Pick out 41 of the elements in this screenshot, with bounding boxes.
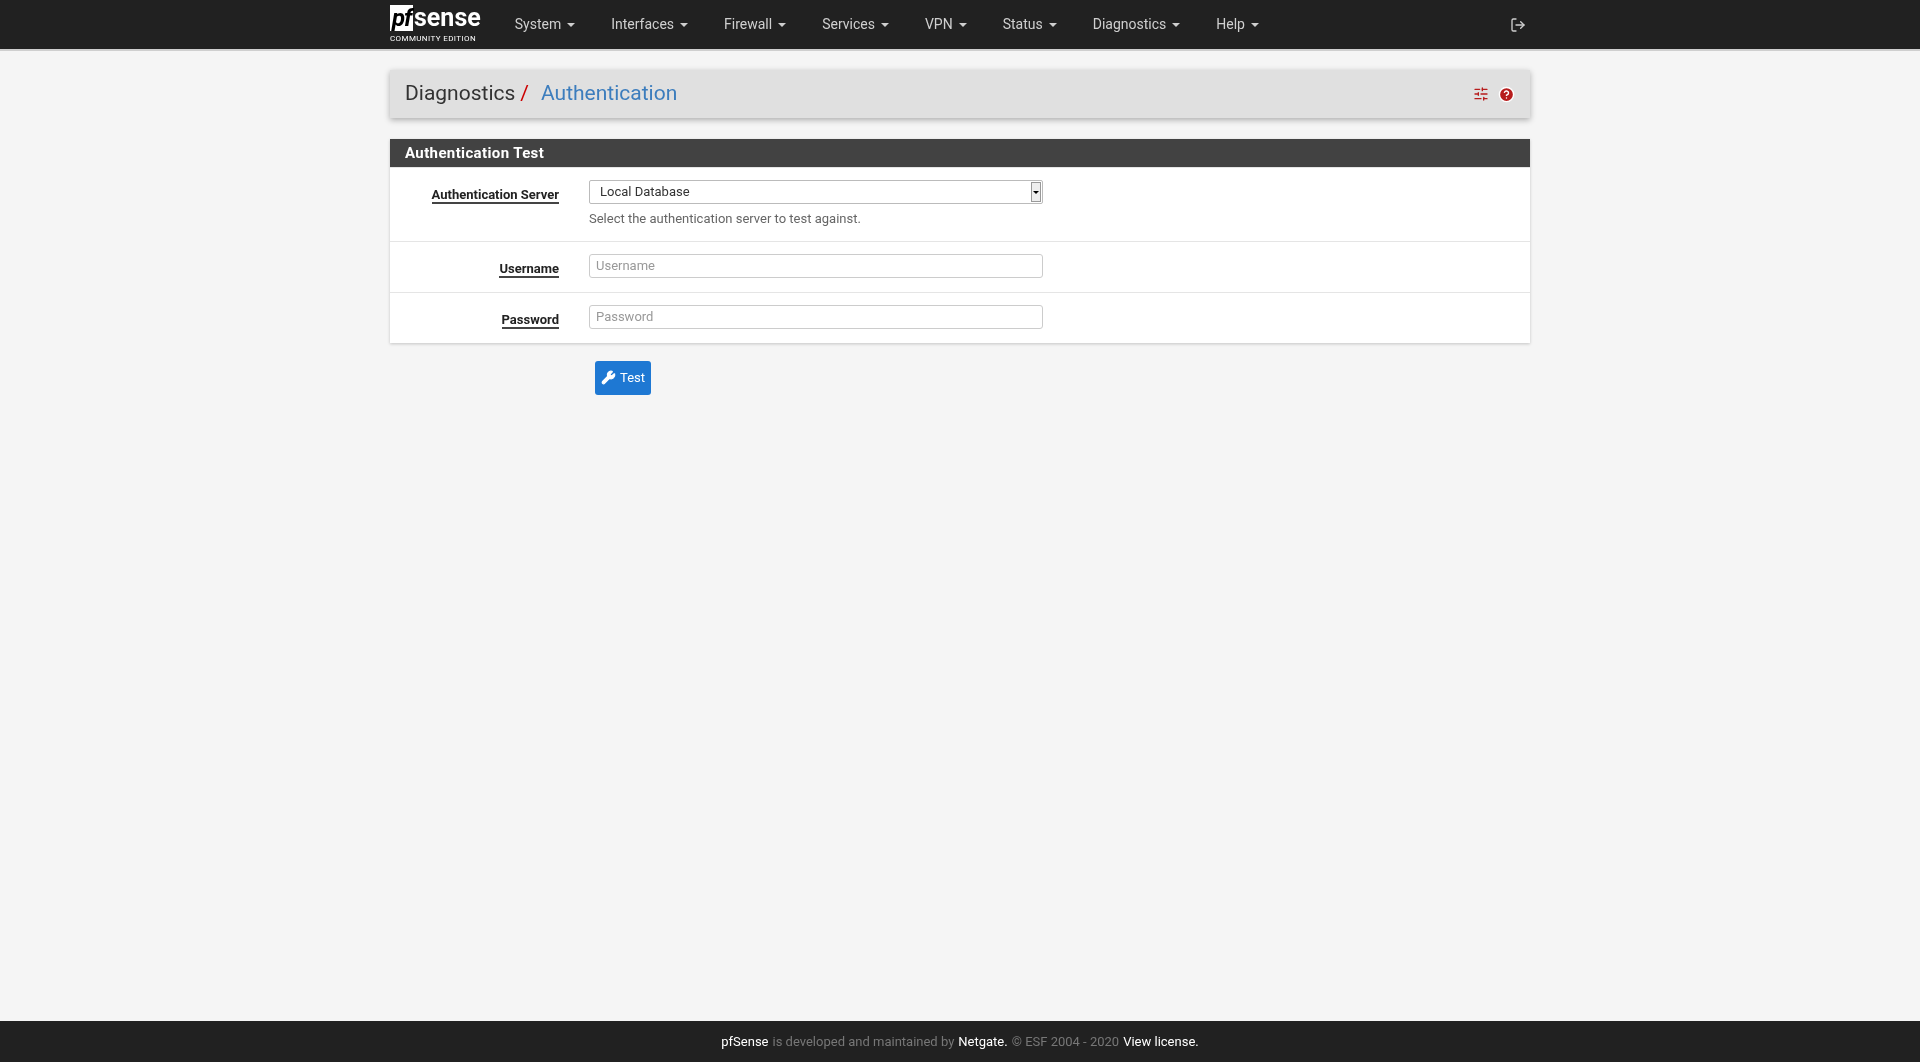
nav-menu[interactable]: Status xyxy=(984,2,1075,47)
nav-menu[interactable]: Firewall xyxy=(706,2,805,47)
caret-icon xyxy=(958,22,967,27)
caret-icon xyxy=(1048,22,1057,27)
nav-menu[interactable]: Diagnostics xyxy=(1074,2,1199,47)
field-label: Username xyxy=(499,260,559,278)
help-icon[interactable] xyxy=(1498,85,1515,103)
logo-subtitle: COMMUNITY EDITION xyxy=(390,32,477,45)
text-field[interactable]: Password xyxy=(589,304,1043,329)
caret-icon xyxy=(567,22,576,27)
caret-icon xyxy=(778,22,787,27)
logo-mark: pf xyxy=(390,4,414,31)
panel-title: Authentication Test xyxy=(390,139,1530,167)
field-label: Authentication Server xyxy=(431,187,559,204)
caret-icon xyxy=(680,22,689,27)
breadcrumb-separator: / xyxy=(520,80,529,108)
server-select[interactable]: Local Database xyxy=(589,180,1043,204)
nav-menu[interactable]: Services xyxy=(804,2,907,47)
logo-wordmark: sense xyxy=(414,4,481,31)
field-label: Password xyxy=(501,311,559,329)
nav-menu[interactable]: System xyxy=(496,2,594,47)
dropdown-icon xyxy=(1031,182,1041,202)
nav-menu[interactable]: VPN xyxy=(906,2,985,47)
nav-menu[interactable]: Help xyxy=(1198,2,1277,47)
logo[interactable]: pfsense COMMUNITY EDITION xyxy=(390,4,481,45)
text-field[interactable]: Username xyxy=(589,253,1043,278)
settings-icon[interactable] xyxy=(1473,86,1489,102)
wrench-icon xyxy=(601,370,616,385)
test-button[interactable]: Test xyxy=(595,360,651,395)
caret-icon xyxy=(880,22,889,27)
footer-text: © ESF 2004 - 2020 xyxy=(1011,1032,1120,1051)
footer-link[interactable]: View license. xyxy=(1123,1031,1199,1052)
caret-icon xyxy=(1172,22,1181,27)
footer-text: is developed and maintained by xyxy=(772,1032,955,1051)
footer-link[interactable]: Netgate. xyxy=(958,1031,1008,1052)
help-text: Select the authentication server to test against. xyxy=(589,210,862,228)
logout-icon[interactable] xyxy=(1510,16,1526,33)
caret-icon xyxy=(1250,22,1259,27)
breadcrumb-parent[interactable]: Diagnostics xyxy=(405,78,516,110)
footer-link[interactable]: pfSense xyxy=(721,1031,769,1052)
nav-menu[interactable]: Interfaces xyxy=(593,2,707,47)
